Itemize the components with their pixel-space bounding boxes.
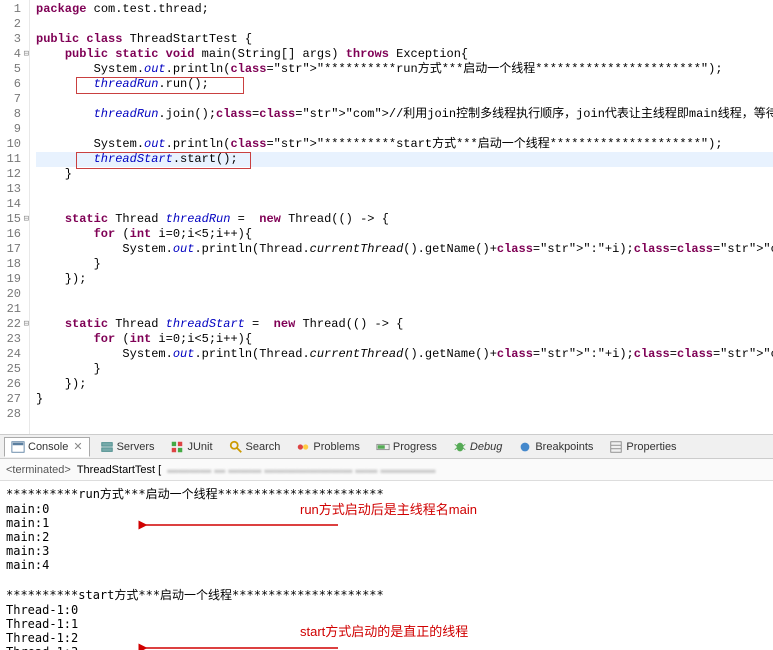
code-line[interactable]	[36, 302, 773, 317]
close-icon[interactable]: ✕	[73, 440, 82, 453]
console-toolbar: <terminated> ThreadStartTest [ ▬▬▬▬ ▬ ▬▬…	[0, 459, 773, 481]
tab-debug[interactable]: Debug	[447, 438, 508, 456]
bottom-panel: Console ✕ Servers JUnit Search Problem	[0, 435, 773, 650]
code-line[interactable]: }	[36, 257, 773, 272]
code-line[interactable]: static Thread threadStart = new Thread((…	[36, 317, 773, 332]
tab-problems[interactable]: Problems	[290, 438, 365, 456]
debug-icon	[453, 440, 467, 454]
code-line[interactable]	[36, 197, 773, 212]
progress-icon	[376, 440, 390, 454]
code-line[interactable]	[36, 122, 773, 137]
code-line[interactable]: threadRun.run();	[36, 77, 773, 92]
blurred-path: ▬▬▬▬ ▬ ▬▬▬ ▬▬▬▬▬▬▬▬ ▬▬ ▬▬▬▬▬	[167, 464, 435, 476]
tab-label: Servers	[117, 441, 155, 453]
code-line[interactable]: });	[36, 377, 773, 392]
code-line[interactable]: System.out.println(Thread.currentThread(…	[36, 347, 773, 362]
properties-icon	[609, 440, 623, 454]
tab-label: Problems	[313, 441, 359, 453]
code-line[interactable]: }	[36, 362, 773, 377]
tab-label: Search	[246, 441, 281, 453]
code-line[interactable]	[36, 182, 773, 197]
code-line[interactable]	[36, 407, 773, 422]
annotation-start: start方式启动的是直正的线程	[300, 621, 468, 640]
code-line[interactable]: }	[36, 167, 773, 182]
code-line[interactable]: public static void main(String[] args) t…	[36, 47, 773, 62]
tab-properties[interactable]: Properties	[603, 438, 682, 456]
code-line[interactable]: for (int i=0;i<5;i++){	[36, 227, 773, 242]
code-editor[interactable]: 1234567891011121314151617181920212223242…	[0, 0, 773, 435]
search-icon	[229, 440, 243, 454]
code-line[interactable]: static Thread threadRun = new Thread(() …	[36, 212, 773, 227]
code-line[interactable]: }	[36, 392, 773, 407]
code-line[interactable]	[36, 287, 773, 302]
console-icon	[11, 440, 25, 454]
code-line[interactable]: threadStart.start();	[36, 152, 773, 167]
tab-search[interactable]: Search	[223, 438, 287, 456]
terminated-label: <terminated>	[6, 464, 71, 476]
tab-label: Breakpoints	[535, 441, 593, 453]
tab-console[interactable]: Console ✕	[4, 437, 90, 457]
annotation-run: run方式启动后是主线程名main	[300, 499, 477, 518]
view-tabs: Console ✕ Servers JUnit Search Problem	[0, 435, 773, 459]
junit-icon	[170, 440, 184, 454]
code-area[interactable]: package com.test.thread; public class Thr…	[30, 0, 773, 434]
console-output[interactable]: **********run方式***启动一个线程****************…	[0, 481, 773, 650]
tab-label: Properties	[626, 441, 676, 453]
code-line[interactable]: package com.test.thread;	[36, 2, 773, 17]
code-line[interactable]: System.out.println(Thread.currentThread(…	[36, 242, 773, 257]
line-gutter: 1234567891011121314151617181920212223242…	[0, 0, 30, 434]
code-line[interactable]: System.out.println(class="str">"********…	[36, 62, 773, 77]
tab-label: Progress	[393, 441, 437, 453]
code-line[interactable]	[36, 92, 773, 107]
tab-label: JUnit	[187, 441, 212, 453]
tab-breakpoints[interactable]: Breakpoints	[512, 438, 599, 456]
tab-junit[interactable]: JUnit	[164, 438, 218, 456]
code-line[interactable]: public class ThreadStartTest {	[36, 32, 773, 47]
problems-icon	[296, 440, 310, 454]
code-line[interactable]: for (int i=0;i<5;i++){	[36, 332, 773, 347]
tab-servers[interactable]: Servers	[94, 438, 161, 456]
code-line[interactable]: System.out.println(class="str">"********…	[36, 137, 773, 152]
code-line[interactable]: threadRun.join();class=class="str">"com"…	[36, 107, 773, 122]
tab-progress[interactable]: Progress	[370, 438, 443, 456]
code-line[interactable]	[36, 17, 773, 32]
tab-label: Console	[28, 441, 68, 453]
servers-icon	[100, 440, 114, 454]
code-line[interactable]: });	[36, 272, 773, 287]
breakpoints-icon	[518, 440, 532, 454]
tab-label: Debug	[470, 441, 502, 453]
process-name: ThreadStartTest [	[77, 464, 161, 476]
